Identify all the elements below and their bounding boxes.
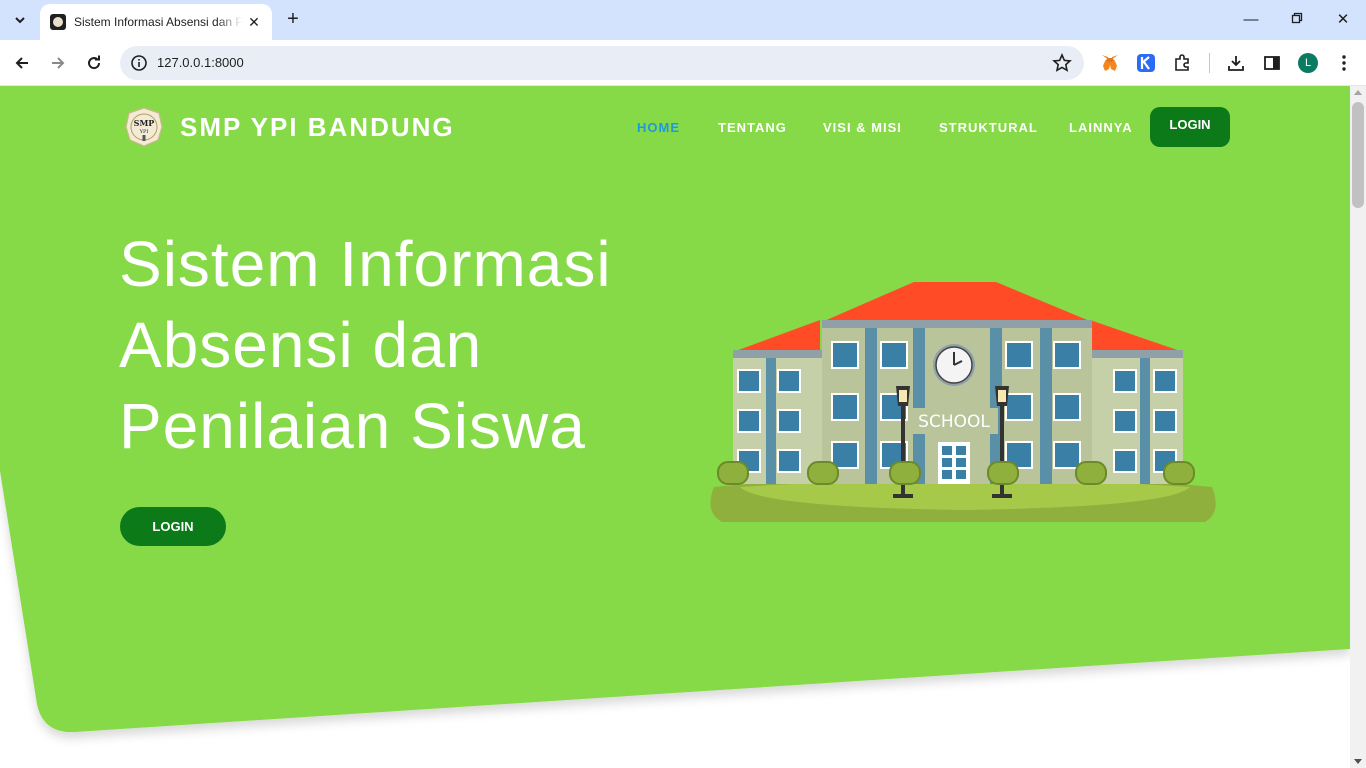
tab-close-icon[interactable]: ✕ [246,14,262,31]
arrow-right-icon [52,57,65,69]
url-text[interactable]: 127.0.0.1:8000 [157,55,244,70]
scrollbar-thumb[interactable] [1352,102,1364,208]
school-sign-text: SCHOOL [918,412,990,432]
toolbar-separator [1209,53,1210,73]
scroll-up-arrow-icon[interactable] [1354,90,1362,95]
brand-name[interactable]: SMP YPI BANDUNG [180,112,455,143]
hero-login-button[interactable]: LOGIN [120,507,226,546]
minimize-button[interactable]: — [1228,8,1274,32]
more-menu-icon[interactable] [1333,52,1355,74]
nav-home[interactable]: HOME [637,120,680,135]
new-tab-button[interactable]: + [282,8,304,32]
logo-subtext: YPI [139,129,149,135]
extensions-puzzle-icon[interactable] [1171,52,1193,74]
logo-text: SMP [134,118,155,128]
bookmark-star-icon[interactable] [1052,53,1072,73]
close-window-button[interactable]: ✕ [1320,8,1366,32]
nav-login-button[interactable]: LOGIN [1150,107,1230,147]
site-info-icon[interactable] [130,54,148,72]
favicon-icon [50,14,66,30]
hero-title-line-1: Sistem Informasi [119,228,612,300]
reload-button[interactable] [81,50,107,76]
downloads-icon[interactable] [1225,52,1247,74]
nav-visi-misi[interactable]: VISI & MISI [823,120,902,135]
restore-icon [1291,12,1303,24]
hero-title-line-2: Absensi dan [119,309,483,381]
tab-title: Sistem Informasi Absensi dan Penilaian S… [74,15,242,29]
browser-toolbar: 127.0.0.1:8000 L [0,40,1366,86]
nav-lainnya[interactable]: LAINNYA [1069,120,1133,135]
chevron-down-icon [15,17,25,24]
metamask-extension-icon[interactable] [1099,52,1121,74]
page-viewport: SMP YPI SMP YPI BANDUNG HOME TENTANG VIS… [0,86,1350,768]
school-building-illustration: SCHOOL [710,282,1216,522]
tab-search-button[interactable] [8,8,32,32]
hero-title: Sistem Informasi Absensi dan Penilaian S… [119,224,679,467]
side-panel-icon[interactable] [1261,52,1283,74]
restore-button[interactable] [1274,8,1320,32]
forward-button[interactable] [45,50,71,76]
reload-icon [88,55,101,70]
arrow-left-icon [15,57,28,69]
nav-tentang[interactable]: TENTANG [718,120,787,135]
nav-struktural[interactable]: STRUKTURAL [939,120,1038,135]
address-bar[interactable]: 127.0.0.1:8000 [120,46,1084,80]
hero-title-line-3: Penilaian Siswa [119,390,586,462]
school-logo[interactable]: SMP YPI [124,107,164,147]
back-button[interactable] [9,50,35,76]
scroll-down-arrow-icon[interactable] [1354,759,1362,764]
tab-strip: Sistem Informasi Absensi dan Penilaian S… [0,0,1366,40]
browser-tab-active[interactable]: Sistem Informasi Absensi dan Penilaian S… [40,4,272,40]
k-extension-icon[interactable] [1135,52,1157,74]
profile-avatar[interactable]: L [1298,53,1318,73]
page-scrollbar[interactable] [1350,86,1366,768]
